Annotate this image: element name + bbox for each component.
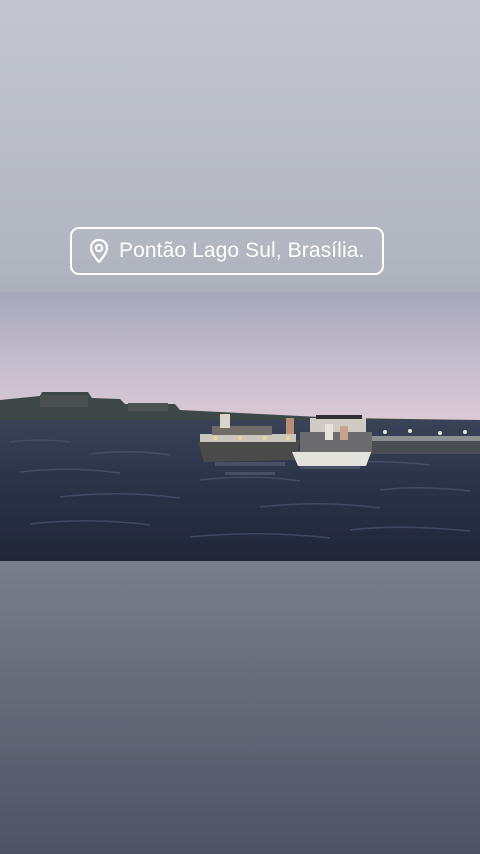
lake-scene-image: [0, 292, 480, 561]
story-photo: [0, 292, 480, 561]
story-viewer[interactable]: Pontão Lago Sul, Brasília.: [0, 0, 480, 854]
location-sticker[interactable]: Pontão Lago Sul, Brasília.: [70, 227, 384, 275]
location-label: Pontão Lago Sul, Brasília.: [119, 239, 365, 262]
location-pin-icon: [88, 238, 110, 264]
